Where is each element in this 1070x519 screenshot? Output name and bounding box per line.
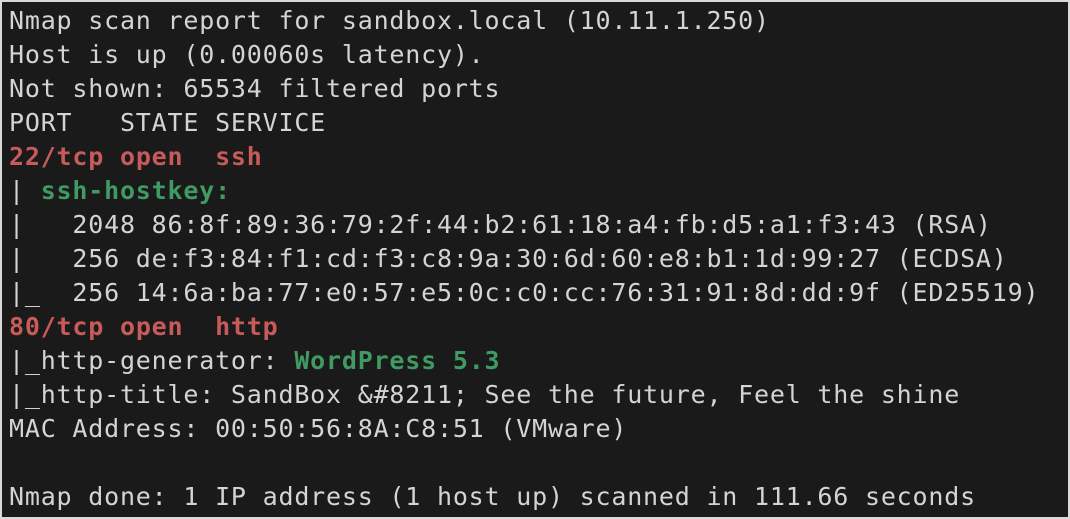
script-value: WordPress 5.3	[294, 346, 501, 375]
script-prefix: |	[9, 176, 41, 205]
port-state: open	[119, 312, 184, 341]
script-line-ssh-hostkey: | ssh-hostkey:	[9, 174, 231, 208]
port-number: 80/tcp	[9, 312, 105, 341]
script-prefix: |_http-generator:	[9, 346, 295, 375]
http-title-line: |_http-title: SandBox &#8211; See the fu…	[9, 380, 961, 409]
hostkey-ed25519-line: |_ 256 14:6a:ba:77:e0:57:e5:0c:c0:cc:76:…	[9, 278, 1040, 307]
not-shown-line: Not shown: 65534 filtered ports	[9, 74, 501, 103]
port-table-header: PORT STATE SERVICE	[9, 108, 327, 137]
script-name: ssh-hostkey:	[40, 176, 231, 205]
port-number: 22/tcp	[9, 142, 105, 171]
hostkey-ecdsa-line: | 256 de:f3:84:f1:cd:f3:c8:9a:30:6d:60:e…	[9, 244, 1008, 273]
terminal-window[interactable]: Nmap scan report for sandbox.local (10.1…	[0, 0, 1070, 519]
port-row-22: 22/tcp open ssh	[9, 140, 263, 174]
scan-report-line: Nmap scan report for sandbox.local (10.1…	[9, 6, 770, 35]
scan-summary-line: Nmap done: 1 IP address (1 host up) scan…	[9, 482, 976, 511]
port-service: ssh	[215, 142, 263, 171]
port-service: http	[215, 312, 279, 341]
host-status-line: Host is up (0.00060s latency).	[9, 40, 485, 69]
http-generator-line: |_http-generator: WordPress 5.3	[9, 344, 500, 378]
hostkey-rsa-line: | 2048 86:8f:89:36:79:2f:44:b2:61:18:a4:…	[9, 210, 992, 239]
port-row-80: 80/tcp open http	[9, 310, 278, 344]
mac-address-line: MAC Address: 00:50:56:8A:C8:51 (VMware)	[9, 414, 628, 443]
port-state: open	[119, 142, 184, 171]
